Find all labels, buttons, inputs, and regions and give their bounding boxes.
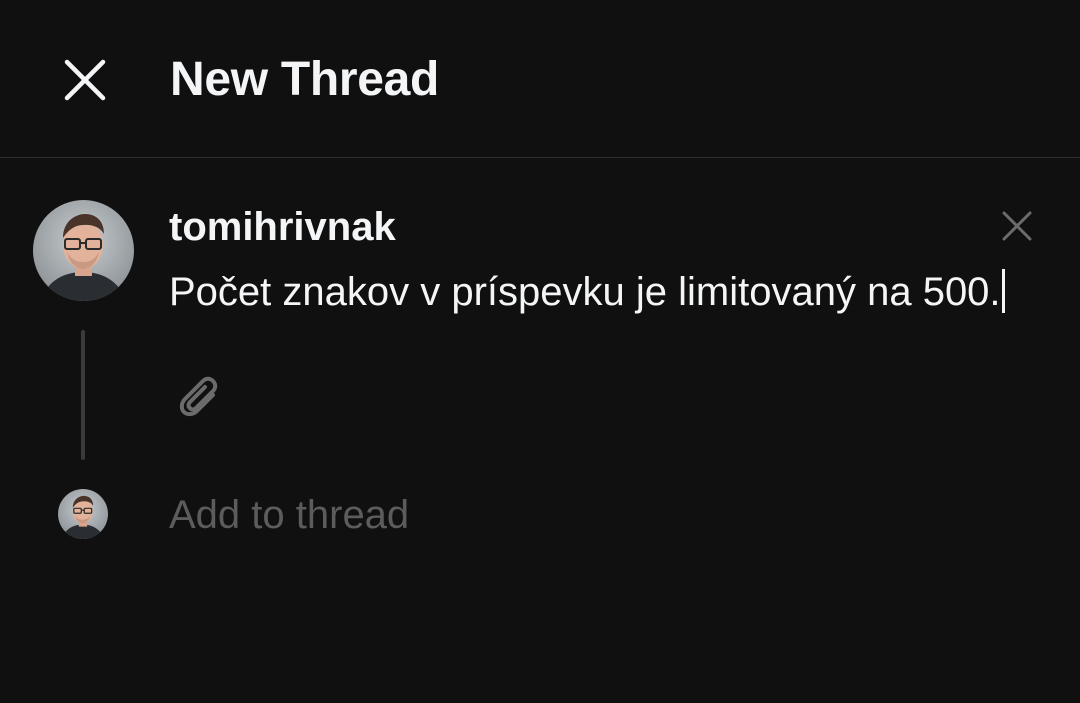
avatar[interactable]: [33, 200, 134, 301]
remove-post-button[interactable]: [996, 205, 1038, 247]
new-thread-screen: New Thread tomihrivnak Počet znakov v pr…: [0, 0, 1080, 703]
close-icon: [1002, 211, 1032, 241]
close-button[interactable]: [55, 50, 115, 110]
page-title: New Thread: [170, 53, 440, 106]
user-avatar-image: [58, 489, 108, 539]
text-cursor: [1001, 269, 1005, 313]
username: tomihrivnak: [169, 205, 396, 249]
paperclip-icon: [179, 376, 218, 417]
attach-button[interactable]: [170, 370, 232, 432]
post-text-value: Počet znakov v príspevku je limitovaný n…: [169, 270, 1001, 314]
post-text-input[interactable]: Počet znakov v príspevku je limitovaný n…: [169, 266, 1049, 318]
user-avatar-image: [33, 200, 134, 301]
add-to-thread-input[interactable]: Add to thread: [169, 490, 409, 540]
thread-connector-line: [81, 330, 85, 460]
header: New Thread: [0, 0, 1080, 158]
close-icon: [64, 59, 106, 101]
avatar: [58, 489, 108, 539]
